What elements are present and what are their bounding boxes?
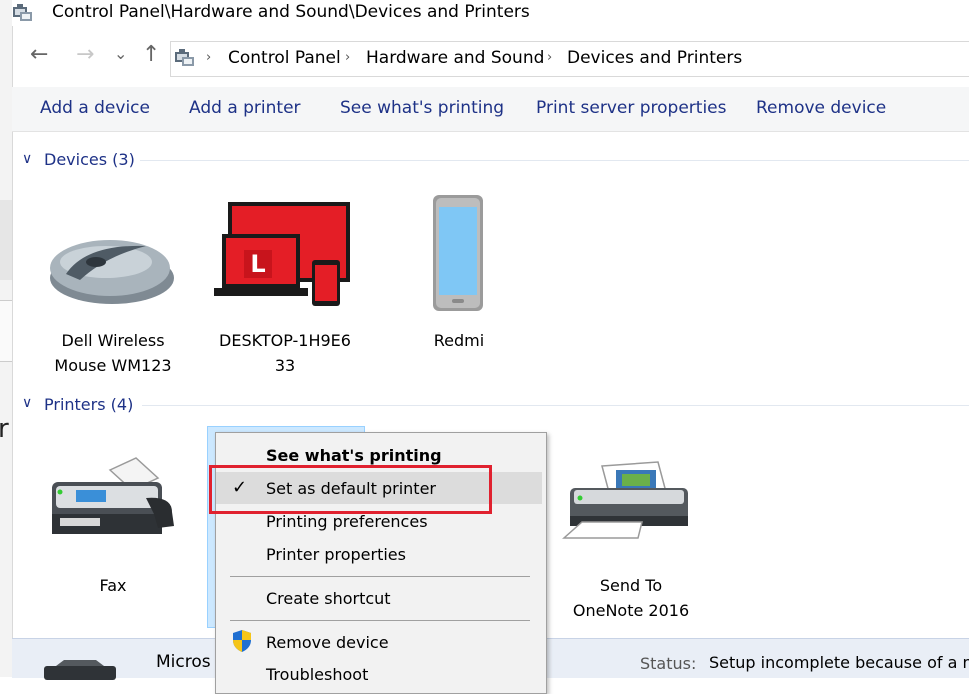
details-device-name: Micros: [156, 652, 211, 672]
group-divider: [142, 405, 969, 406]
device-label-line: Dell Wireless: [61, 331, 165, 350]
computer-badge-letter: L: [250, 250, 265, 278]
details-status-label: Status:: [640, 654, 697, 673]
onenote-printer-icon[interactable]: [562, 460, 692, 540]
printers-group-header[interactable]: Printers (4): [44, 395, 133, 414]
computer-icon[interactable]: L: [214, 200, 354, 308]
menu-item-remove-device[interactable]: Remove device: [266, 633, 389, 652]
see-whats-printing-button[interactable]: See what's printing: [340, 98, 504, 118]
background-window-fragment: [0, 200, 12, 280]
group-divider: [140, 160, 969, 161]
control-panel-icon: [175, 49, 194, 66]
menu-item-troubleshoot[interactable]: Troubleshoot: [266, 665, 368, 684]
menu-item-create-shortcut[interactable]: Create shortcut: [266, 589, 391, 608]
device-label-line: 33: [274, 356, 296, 375]
forward-button[interactable]: →: [76, 44, 94, 66]
control-panel-icon: [13, 4, 32, 21]
printer-icon: [44, 660, 116, 680]
chevron-down-icon[interactable]: ∨: [22, 395, 32, 411]
breadcrumb-control-panel[interactable]: Control Panel: [228, 48, 341, 68]
fax-icon[interactable]: [46, 456, 178, 544]
breadcrumb-hardware-and-sound[interactable]: Hardware and Sound: [366, 48, 544, 68]
recent-locations-button[interactable]: ⌄: [114, 46, 127, 62]
window-title: Control Panel\Hardware and Sound\Devices…: [52, 2, 530, 22]
device-label-phone: Redmi: [410, 328, 508, 353]
devices-group-header[interactable]: Devices (3): [44, 150, 135, 169]
chevron-right-icon: ›: [206, 50, 212, 65]
back-button[interactable]: ←: [30, 44, 48, 66]
printer-label-onenote: Send To OneNote 2016: [548, 573, 714, 623]
device-label-line: DESKTOP-1H9E6: [219, 331, 351, 350]
device-label-line: Fax: [99, 576, 127, 595]
up-button[interactable]: ↑: [142, 44, 160, 66]
menu-separator: [230, 576, 530, 577]
add-device-button[interactable]: Add a device: [40, 98, 150, 118]
phone-icon[interactable]: [430, 193, 488, 315]
device-label-line: OneNote 2016: [572, 601, 690, 620]
menu-item-see-whats-printing[interactable]: See what's printing: [266, 446, 442, 465]
device-label-line: Send To: [599, 576, 663, 595]
device-label-line: Redmi: [433, 331, 485, 350]
breadcrumb-devices-and-printers[interactable]: Devices and Printers: [567, 48, 742, 68]
background-window-text: r: [0, 414, 9, 444]
print-server-properties-button[interactable]: Print server properties: [536, 98, 726, 118]
remove-device-button[interactable]: Remove device: [756, 98, 886, 118]
add-printer-button[interactable]: Add a printer: [189, 98, 301, 118]
chevron-right-icon[interactable]: ›: [345, 50, 350, 65]
chevron-down-icon[interactable]: ∨: [22, 151, 32, 167]
chevron-right-icon[interactable]: ›: [547, 50, 552, 65]
device-label-mouse: Dell Wireless Mouse WM123: [30, 328, 196, 378]
mouse-icon[interactable]: [46, 236, 178, 308]
shield-icon: [233, 630, 251, 652]
menu-separator: [230, 620, 530, 621]
background-window-fragment: [0, 300, 12, 362]
menu-item-printer-properties[interactable]: Printer properties: [266, 545, 406, 564]
highlight-annotation-box: [209, 465, 492, 514]
device-label-line: Mouse WM123: [54, 356, 172, 375]
menu-item-printing-preferences[interactable]: Printing preferences: [266, 512, 428, 531]
device-label-computer: DESKTOP-1H9E6 33: [200, 328, 370, 378]
printer-label-fax: Fax: [40, 573, 186, 598]
details-status-value: Setup incomplete because of a m: [709, 653, 969, 672]
